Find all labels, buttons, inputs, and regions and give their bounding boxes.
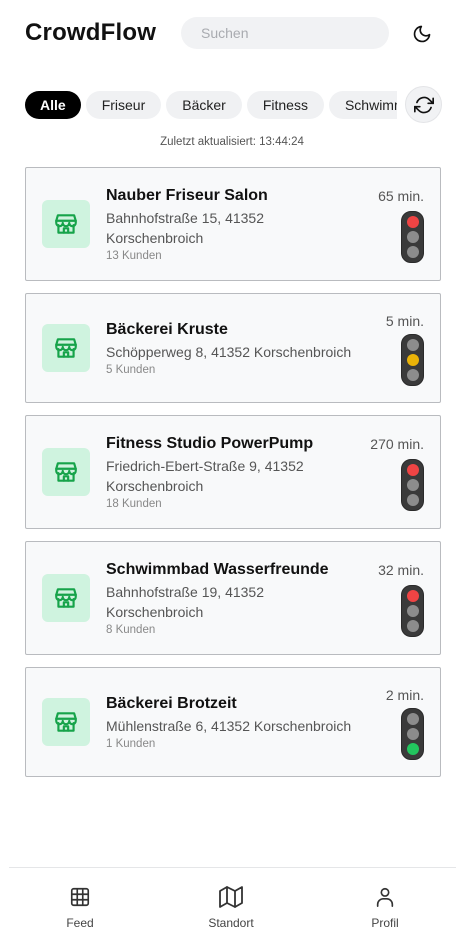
filter-chip-friseur[interactable]: Friseur: [85, 91, 162, 119]
store-icon: [55, 338, 77, 358]
yellow-lamp: [406, 727, 419, 740]
red-lamp: [406, 713, 419, 726]
nav-item-feed[interactable]: Feed: [35, 884, 125, 930]
filter-chip-fitness[interactable]: Fitness: [246, 91, 324, 119]
wait-time: 270 min.: [370, 436, 424, 452]
store-icon-box: [42, 324, 90, 372]
place-card[interactable]: Fitness Studio PowerPump Friedrich-Ebert…: [25, 415, 441, 529]
refresh-icon: [413, 96, 434, 113]
category-filter-bar: AlleFriseurBäckerFitnessSchwimmbad: [25, 91, 397, 119]
red-lamp: [406, 590, 419, 603]
store-icon: [55, 712, 77, 732]
nav-label: Profil: [371, 916, 399, 930]
place-name: Bäckerei Brotzeit: [106, 695, 237, 712]
wait-time: 2 min.: [385, 687, 424, 703]
place-address: Friedrich-Ebert-Straße 9, 41352 Korschen…: [106, 458, 304, 494]
place-address: Bahnhofstraße 15, 41352 Korschenbroich: [106, 210, 265, 246]
place-address: Schöpperweg 8, 41352 Korschenbroich: [106, 344, 352, 360]
customer-count: 18 Kunden: [106, 498, 162, 510]
app-header: CrowdFlow: [25, 17, 439, 49]
green-lamp: [406, 493, 419, 506]
moon-icon: [413, 25, 431, 43]
filter-chip-schwimmbad[interactable]: Schwimmbad: [328, 91, 397, 119]
place-card[interactable]: Schwimmbad Wasserfreunde Bahnhofstraße 1…: [25, 541, 441, 655]
yellow-lamp: [406, 230, 419, 243]
store-icon: [55, 588, 77, 608]
yellow-lamp: [406, 478, 419, 491]
nav-label: Feed: [66, 916, 94, 930]
nav-item-profil[interactable]: Profil: [340, 884, 430, 930]
store-icon-box: [42, 448, 90, 496]
store-icon-box: [42, 698, 90, 746]
customer-count: 5 Kunden: [106, 364, 156, 376]
place-name: Bäckerei Kruste: [106, 321, 228, 338]
green-lamp: [406, 619, 419, 632]
filter-chip-alle[interactable]: Alle: [25, 91, 81, 119]
user-icon: [376, 887, 394, 907]
store-icon: [55, 214, 77, 234]
traffic-light: [401, 708, 424, 760]
traffic-light: [401, 459, 424, 511]
place-card[interactable]: Bäckerei Kruste Schöpperweg 8, 41352 Kor…: [25, 293, 441, 403]
store-icon-box: [42, 574, 90, 622]
search-input[interactable]: [181, 17, 389, 49]
red-lamp: [406, 216, 419, 229]
place-address: Bahnhofstraße 19, 41352 Korschenbroich: [106, 584, 265, 620]
wait-time: 5 min.: [385, 313, 424, 329]
place-address: Mühlenstraße 6, 41352 Korschenbroich: [106, 718, 352, 734]
green-lamp: [406, 742, 419, 755]
grid-icon: [70, 887, 90, 907]
place-card[interactable]: Nauber Friseur Salon Bahnhofstraße 15, 4…: [25, 167, 441, 281]
place-name: Nauber Friseur Salon: [106, 187, 268, 204]
nav-item-standort[interactable]: Standort: [186, 884, 276, 930]
red-lamp: [406, 464, 419, 477]
green-lamp: [406, 245, 419, 258]
place-name: Fitness Studio PowerPump: [106, 435, 314, 452]
filter-chip-baecker[interactable]: Bäcker: [166, 91, 242, 119]
traffic-light: [401, 334, 424, 386]
place-card[interactable]: Bäckerei Brotzeit Mühlenstraße 6, 41352 …: [25, 667, 441, 777]
bottom-navigation: Feed Standort Profil: [9, 867, 456, 941]
nav-label: Standort: [208, 916, 254, 930]
wait-time: 32 min.: [378, 562, 424, 578]
red-lamp: [406, 339, 419, 352]
store-icon: [55, 462, 77, 482]
theme-toggle-button[interactable]: [409, 21, 435, 47]
refresh-button[interactable]: [405, 86, 442, 123]
yellow-lamp: [406, 353, 419, 366]
store-icon-box: [42, 200, 90, 248]
yellow-lamp: [406, 604, 419, 617]
app-title: CrowdFlow: [25, 19, 157, 46]
traffic-light: [401, 211, 424, 263]
customer-count: 1 Kunden: [106, 738, 156, 750]
customer-count: 8 Kunden: [106, 624, 156, 636]
traffic-light: [401, 585, 424, 637]
customer-count: 13 Kunden: [106, 250, 162, 262]
wait-time: 65 min.: [378, 188, 424, 204]
last-updated-text: Zuletzt aktualisiert: 13:44:24: [160, 136, 304, 148]
map-icon: [219, 886, 243, 908]
place-name: Schwimmbad Wasserfreunde: [106, 561, 329, 578]
green-lamp: [406, 368, 419, 381]
